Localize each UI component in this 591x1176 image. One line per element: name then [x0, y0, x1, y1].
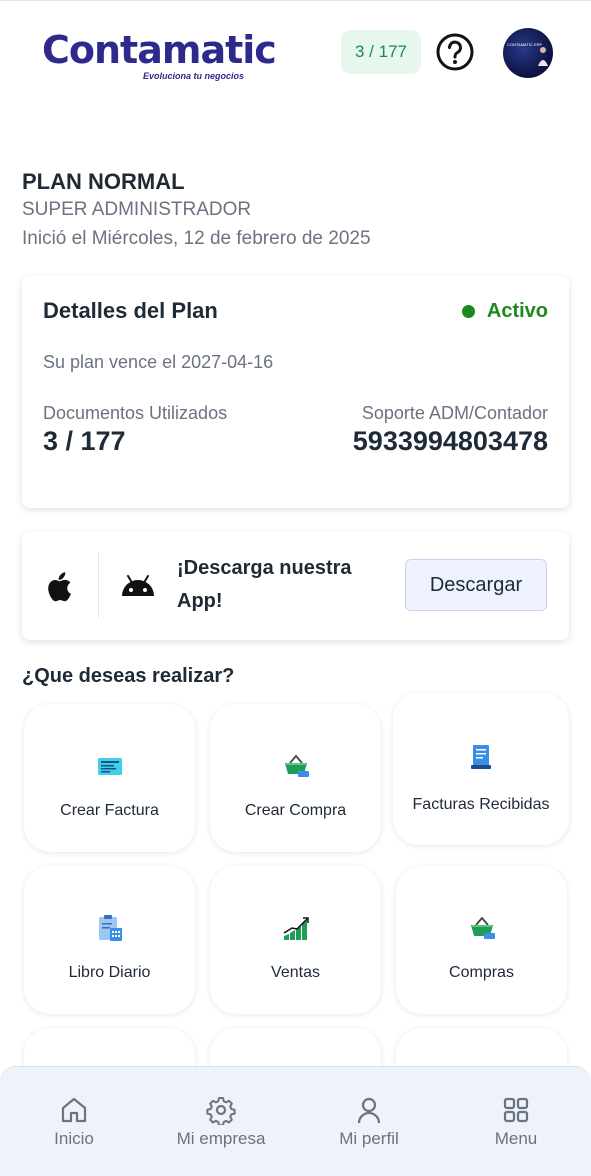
sales-chart-icon [283, 917, 309, 940]
gear-icon [206, 1097, 236, 1125]
plan-start-date: Inició el Miércoles, 12 de febrero de 20… [22, 228, 371, 249]
android-icon[interactable] [120, 574, 156, 598]
nav-item-menu[interactable]: Menu [456, 1095, 576, 1149]
avatar-person-icon [538, 47, 548, 66]
tile-compras[interactable]: Compras [396, 866, 567, 1014]
grid-icon [503, 1097, 529, 1123]
download-divider [98, 552, 99, 618]
tile-label: Crear Compra [244, 802, 347, 819]
tile-label: Ventas [271, 964, 320, 981]
app-header: Contamatic Evoluciona tu negocios 3 / 17… [0, 20, 591, 90]
receipt-icon [471, 745, 491, 769]
plan-name: PLAN NORMAL [22, 169, 185, 194]
nav-item-mi-perfil[interactable]: Mi perfil [309, 1095, 429, 1149]
plan-status-label: Activo [486, 300, 548, 322]
tile-facturas-recibidas[interactable]: Facturas Recibidas [393, 693, 569, 845]
basket-icon [284, 754, 309, 777]
bottom-navigation: Inicio Mi empresa Mi perfil Menu [0, 1066, 591, 1176]
plan-details-card: Detalles del Plan Activo Su plan vence e… [22, 276, 569, 508]
nav-label: Menu [494, 1129, 538, 1148]
nav-item-inicio[interactable]: Inicio [14, 1095, 134, 1149]
tile-ventas[interactable]: Ventas [210, 866, 381, 1014]
plan-status: Activo [461, 300, 548, 323]
tile-label: Facturas Recibidas [412, 796, 550, 813]
top-divider [0, 0, 591, 5]
tile-label: Crear Factura [60, 802, 159, 819]
plan-details-title: Detalles del Plan [43, 298, 218, 323]
contamatic-logo[interactable]: Contamatic Evoluciona tu negocios [42, 28, 277, 88]
tile-crear-factura[interactable]: Crear Factura [24, 704, 195, 852]
support-label: Soporte ADM/Contador [361, 403, 548, 423]
support-phone[interactable]: 5933994803478 [353, 426, 548, 457]
nav-label: Mi empresa [176, 1129, 266, 1148]
nav-label: Inicio [54, 1129, 94, 1148]
apple-icon[interactable] [46, 572, 72, 602]
avatar[interactable]: CONTAMATIC ERP [503, 28, 553, 78]
status-dot-icon [461, 305, 475, 318]
download-app-text: ¡Descarga nuestra App! [177, 557, 352, 612]
download-app-card: ¡Descarga nuestra App! Descargar [22, 532, 569, 640]
user-icon [357, 1097, 381, 1124]
plan-expiry: Su plan vence el 2027-04-16 [43, 352, 274, 372]
tile-label: Libro Diario [68, 964, 151, 981]
home-icon [61, 1097, 87, 1123]
documents-used-label: Documentos Utilizados [43, 403, 228, 423]
basket-icon [470, 916, 495, 939]
user-role: SUPER ADMINISTRADOR [22, 199, 252, 220]
nav-label: Mi perfil [339, 1129, 399, 1148]
tile-crear-compra[interactable]: Crear Compra [210, 704, 381, 852]
actions-section-title: ¿Que deseas realizar? [22, 665, 235, 687]
documents-used-value: 3 / 177 [43, 426, 126, 456]
tile-label: Compras [449, 964, 514, 981]
help-icon[interactable] [435, 32, 475, 72]
clipboard-icon [98, 915, 122, 941]
logo-text: Contamatic [42, 28, 277, 72]
documents-counter-badge: 3 / 177 [341, 30, 421, 74]
tile-libro-diario[interactable]: Libro Diario [24, 866, 195, 1014]
logo-tagline: Evoluciona tu negocios [143, 71, 245, 81]
download-button[interactable]: Descargar [405, 559, 547, 611]
invoice-icon [97, 758, 122, 775]
nav-item-mi-empresa[interactable]: Mi empresa [161, 1095, 281, 1149]
